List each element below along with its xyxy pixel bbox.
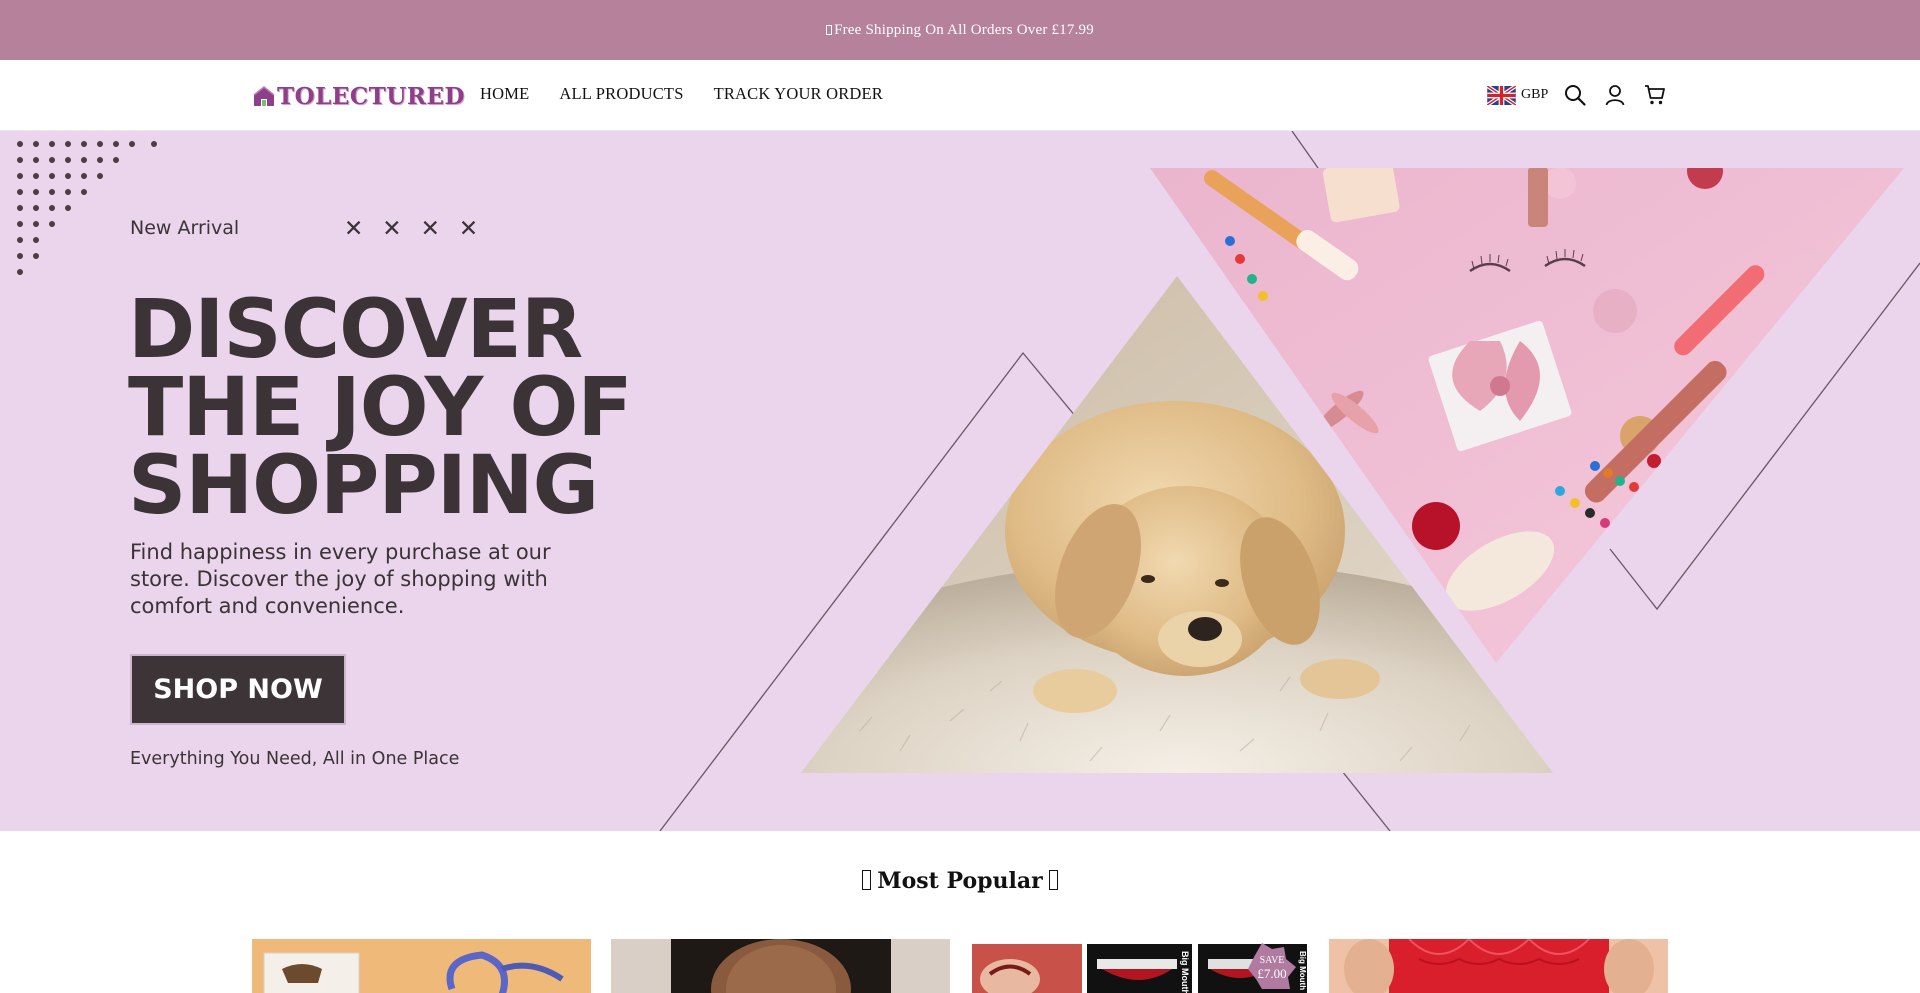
house-logo-icon [253,86,275,106]
save-badge-line2: £7.00 [1257,966,1286,981]
tattoo-pack-text: Big Mouth [1298,951,1307,990]
nav-all-products[interactable]: ALL PRODUCTS [559,84,683,104]
x-mark-icon: ✕ [344,216,364,242]
missing-glyph-icon [826,25,833,35]
most-popular-title: Most Popular [877,868,1043,894]
shop-now-button[interactable]: SHOP NOW [132,656,344,723]
cart-icon [1645,85,1666,105]
logo-text: TOLECTURED [277,82,465,110]
main-nav: HOME ALL PRODUCTS TRACK YOUR ORDER [480,84,883,104]
nav-home[interactable]: HOME [480,84,529,104]
hero-subcopy: Find happiness in every purchase at our … [130,540,551,618]
product-grid: Big Mouth Tattoo Big Mouth SAVE £7.00 [252,939,1668,993]
most-popular-heading: Most Popular [0,868,1920,894]
announcement-bar: Free Shipping On All Orders Over £17.99 [0,0,1920,60]
currency-selector[interactable]: GBP [1487,85,1549,105]
announcement-text: Free Shipping On All Orders Over £17.99 [834,21,1094,38]
nav-track-order[interactable]: TRACK YOUR ORDER [714,84,883,104]
product-card[interactable] [252,939,591,993]
hero-headline: DISCOVER THE JOY OF SHOPPING [128,283,633,533]
uk-flag-icon [1487,85,1516,105]
x-mark-icon: ✕ [382,216,402,242]
save-badge-line1: SAVE [1260,955,1285,966]
headline-line: DISCOVER [128,283,583,377]
new-arrival-label: New Arrival [130,217,240,239]
product-card[interactable] [611,939,950,993]
red-lace-product-image [1329,939,1668,993]
hair-product-image [611,939,950,993]
hero-tagline: Everything You Need, All in One Place [130,749,460,769]
search-button[interactable] [1562,82,1588,108]
currency-label: GBP [1521,87,1549,102]
x-mark-icon: ✕ [458,216,479,242]
site-header: TOLECTURED HOME ALL PRODUCTS TRACK YOUR … [0,60,1920,131]
site-logo[interactable]: TOLECTURED [252,82,465,110]
hero-banner: New Arrival ✕ ✕ ✕ ✕ DISCOVER THE JOY OF … [0,131,1920,831]
cart-button[interactable] [1642,82,1668,108]
account-button[interactable] [1602,82,1628,108]
header-actions: GBP [1487,82,1668,108]
sunglasses-product-image [252,939,591,993]
product-card[interactable]: Big Mouth Tattoo Big Mouth SAVE £7.00 [970,939,1309,993]
decorative-marks: ✕ ✕ ✕ ✕ [344,218,478,241]
headline-line: SHOPPING [128,439,599,533]
account-icon [1605,85,1625,106]
headline-line: THE JOY OF [128,361,633,455]
x-mark-icon: ✕ [420,216,440,242]
missing-glyph-icon [1048,870,1058,890]
halloween-tattoo-product-image: Big Mouth Tattoo Big Mouth SAVE £7.00 [970,939,1309,993]
dot-pattern [17,141,157,275]
product-card[interactable] [1329,939,1668,993]
missing-glyph-icon [862,870,872,890]
tattoo-pack-text: Big Mouth Tattoo [1180,951,1190,993]
search-icon [1565,85,1586,106]
